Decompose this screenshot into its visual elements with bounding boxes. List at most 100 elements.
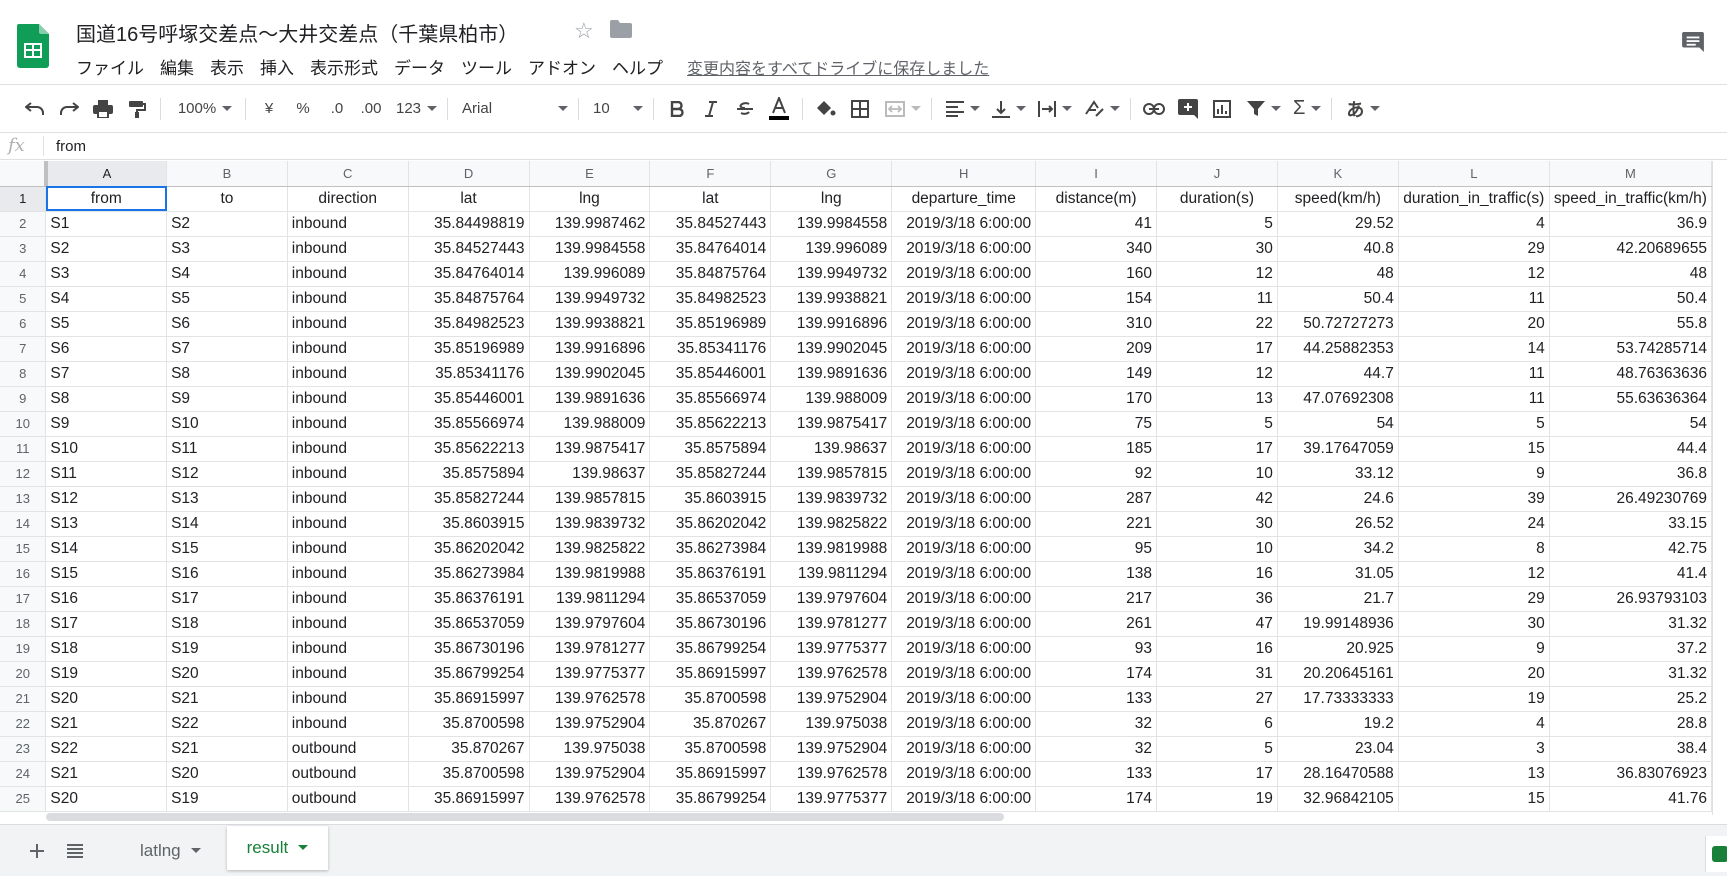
- cell[interactable]: 48: [1277, 261, 1399, 287]
- cell[interactable]: 35.85196989: [408, 336, 530, 362]
- more-formats-select[interactable]: 123: [388, 93, 441, 125]
- cell[interactable]: 12: [1398, 261, 1550, 287]
- cell[interactable]: direction: [287, 186, 409, 212]
- cell[interactable]: 139.9891636: [770, 361, 893, 387]
- cell[interactable]: 29: [1398, 586, 1550, 612]
- column-header-a[interactable]: A: [45, 161, 168, 187]
- cell[interactable]: 41.4: [1549, 561, 1712, 587]
- cell[interactable]: 139.9775377: [770, 636, 893, 662]
- cell[interactable]: 30: [1398, 611, 1550, 637]
- cell[interactable]: S16: [45, 586, 168, 612]
- cell[interactable]: 95: [1035, 536, 1158, 562]
- font-size-select[interactable]: 10: [585, 93, 647, 125]
- cell[interactable]: 42.75: [1549, 536, 1712, 562]
- cell[interactable]: 2019/3/18 6:00:00: [891, 436, 1037, 462]
- cell[interactable]: 139.9891636: [529, 386, 651, 412]
- cell[interactable]: 154: [1035, 286, 1158, 312]
- cell[interactable]: 35.84764014: [408, 261, 530, 287]
- cell[interactable]: 4: [1398, 211, 1550, 237]
- cell[interactable]: 2019/3/18 6:00:00: [891, 336, 1037, 362]
- cell[interactable]: 11: [1398, 286, 1550, 312]
- cell[interactable]: S5: [166, 286, 288, 312]
- cell[interactable]: inbound: [287, 611, 409, 637]
- cell[interactable]: 92: [1035, 461, 1158, 487]
- vertical-scrollbar[interactable]: [1712, 161, 1727, 815]
- cell[interactable]: 26.52: [1277, 511, 1399, 537]
- cell[interactable]: 35.86915997: [408, 786, 530, 812]
- cell[interactable]: 29: [1398, 236, 1550, 262]
- cell[interactable]: 35.8575894: [649, 436, 772, 462]
- cell[interactable]: 2019/3/18 6:00:00: [891, 586, 1037, 612]
- cell[interactable]: inbound: [287, 261, 409, 287]
- cell[interactable]: 35.86730196: [408, 636, 530, 662]
- cell[interactable]: 35.8700598: [408, 761, 530, 787]
- cell[interactable]: 139.9819988: [529, 561, 651, 587]
- cell[interactable]: 35.870267: [649, 711, 772, 737]
- cell[interactable]: inbound: [287, 636, 409, 662]
- redo-icon[interactable]: [52, 93, 86, 125]
- cell[interactable]: 33.15: [1549, 511, 1712, 537]
- row-header[interactable]: 12: [0, 461, 47, 487]
- all-sheets-button[interactable]: [58, 834, 92, 868]
- row-header[interactable]: 15: [0, 536, 47, 562]
- cell[interactable]: 36.83076923: [1549, 761, 1712, 787]
- cell[interactable]: outbound: [287, 736, 409, 762]
- cell[interactable]: 139.9762578: [529, 786, 651, 812]
- cell[interactable]: inbound: [287, 361, 409, 387]
- cell[interactable]: S4: [166, 261, 288, 287]
- cell[interactable]: departure_time: [891, 186, 1037, 212]
- cell[interactable]: 139.9811294: [770, 561, 893, 587]
- cell[interactable]: 41: [1035, 211, 1158, 237]
- cell[interactable]: 35.8700598: [408, 711, 530, 737]
- cell[interactable]: 139.9916896: [529, 336, 651, 362]
- cell[interactable]: 138: [1035, 561, 1158, 587]
- formula-input[interactable]: from: [44, 138, 86, 155]
- cell[interactable]: S11: [45, 461, 168, 487]
- cell[interactable]: 6: [1156, 711, 1278, 737]
- cell[interactable]: 35.86915997: [649, 761, 772, 787]
- cell[interactable]: inbound: [287, 236, 409, 262]
- cell[interactable]: 139.9825822: [529, 536, 651, 562]
- chart-icon[interactable]: [1205, 93, 1239, 125]
- cell[interactable]: S20: [45, 686, 168, 712]
- cell[interactable]: 12: [1398, 561, 1550, 587]
- explore-button[interactable]: [1705, 836, 1727, 872]
- cell[interactable]: duration_in_traffic(s): [1398, 186, 1550, 212]
- cell[interactable]: inbound: [287, 411, 409, 437]
- cell[interactable]: 35.8700598: [649, 736, 772, 762]
- cell[interactable]: S7: [166, 336, 288, 362]
- cell[interactable]: S21: [45, 761, 168, 787]
- row-header[interactable]: 5: [0, 286, 47, 312]
- currency-button[interactable]: ¥: [252, 93, 286, 125]
- cell[interactable]: 36.8: [1549, 461, 1712, 487]
- cell[interactable]: S12: [166, 461, 288, 487]
- cell[interactable]: 31.05: [1277, 561, 1399, 587]
- cell[interactable]: 35.8575894: [408, 461, 530, 487]
- cell[interactable]: 139.9902045: [770, 336, 893, 362]
- cell[interactable]: lat: [649, 186, 772, 212]
- cell[interactable]: 2019/3/18 6:00:00: [891, 211, 1037, 237]
- cell[interactable]: S8: [166, 361, 288, 387]
- cell[interactable]: 23.04: [1277, 736, 1399, 762]
- cell[interactable]: 11: [1398, 361, 1550, 387]
- cell[interactable]: 47.07692308: [1277, 386, 1399, 412]
- cell[interactable]: 28.16470588: [1277, 761, 1399, 787]
- cell[interactable]: 139.9781277: [529, 636, 651, 662]
- row-header[interactable]: 24: [0, 761, 47, 787]
- cell[interactable]: 2019/3/18 6:00:00: [891, 411, 1037, 437]
- cell[interactable]: S19: [166, 786, 288, 812]
- column-header-j[interactable]: J: [1156, 161, 1278, 187]
- cell[interactable]: 2019/3/18 6:00:00: [891, 386, 1037, 412]
- row-header[interactable]: 19: [0, 636, 47, 662]
- column-header-c[interactable]: C: [287, 161, 409, 187]
- cell[interactable]: 36.9: [1549, 211, 1712, 237]
- cell[interactable]: inbound: [287, 686, 409, 712]
- cell[interactable]: 2019/3/18 6:00:00: [891, 611, 1037, 637]
- cell[interactable]: inbound: [287, 586, 409, 612]
- cell[interactable]: 34.2: [1277, 536, 1399, 562]
- cell[interactable]: S15: [166, 536, 288, 562]
- cell[interactable]: 35.86799254: [649, 786, 772, 812]
- cell[interactable]: 10: [1156, 536, 1278, 562]
- cell[interactable]: 139.9819988: [770, 536, 893, 562]
- cell[interactable]: 27: [1156, 686, 1278, 712]
